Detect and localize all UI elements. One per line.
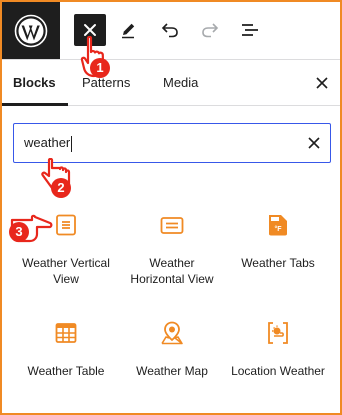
- horizontal-view-icon: [160, 213, 184, 237]
- location-weather-icon: [266, 321, 290, 345]
- pencil-icon: [122, 23, 135, 39]
- annotation-marker-3: 3: [6, 214, 54, 249]
- close-icon: [308, 137, 320, 149]
- close-panel-button[interactable]: [312, 73, 332, 93]
- undo-icon: [161, 23, 178, 38]
- block-label: Weather Map: [136, 364, 208, 378]
- tab-blocks[interactable]: Blocks: [13, 60, 56, 106]
- inserter-tabs: Blocks Patterns Media: [2, 60, 340, 106]
- tab-patterns[interactable]: Patterns: [82, 60, 130, 106]
- vertical-view-icon: [54, 213, 78, 237]
- redo-icon: [202, 23, 219, 38]
- block-label: Weather Horizontal View: [130, 256, 214, 286]
- svg-text:°F: °F: [274, 225, 282, 233]
- undo-button[interactable]: [154, 14, 186, 46]
- block-label: Weather Tabs: [241, 256, 315, 270]
- search-value: weather: [24, 135, 71, 150]
- close-icon: [84, 24, 96, 36]
- editor-toolbar: [2, 2, 340, 60]
- tools-button[interactable]: [112, 14, 144, 46]
- weather-tabs-icon: °F: [266, 213, 290, 237]
- annotation-number-3: 3: [9, 222, 29, 242]
- map-icon: [160, 321, 184, 345]
- wordpress-logo-icon[interactable]: [2, 2, 60, 59]
- list-view-icon: [242, 24, 258, 36]
- table-icon: [54, 321, 78, 345]
- block-search-field[interactable]: weather: [13, 123, 331, 163]
- close-icon: [316, 77, 328, 89]
- text-caret: [71, 135, 73, 152]
- clear-search-button[interactable]: [304, 133, 324, 153]
- search-input[interactable]: weather: [24, 124, 294, 161]
- tab-media[interactable]: Media: [163, 60, 198, 106]
- block-label: Weather Table: [27, 364, 105, 378]
- annotation-marker-2: 2: [40, 157, 76, 205]
- redo-button[interactable]: [194, 14, 226, 46]
- block-label: Location Weather: [231, 364, 325, 378]
- block-label: Weather Vertical View: [22, 256, 110, 286]
- annotation-number-2: 2: [51, 178, 71, 198]
- list-view-button[interactable]: [234, 14, 266, 46]
- active-tab-indicator: [2, 103, 68, 106]
